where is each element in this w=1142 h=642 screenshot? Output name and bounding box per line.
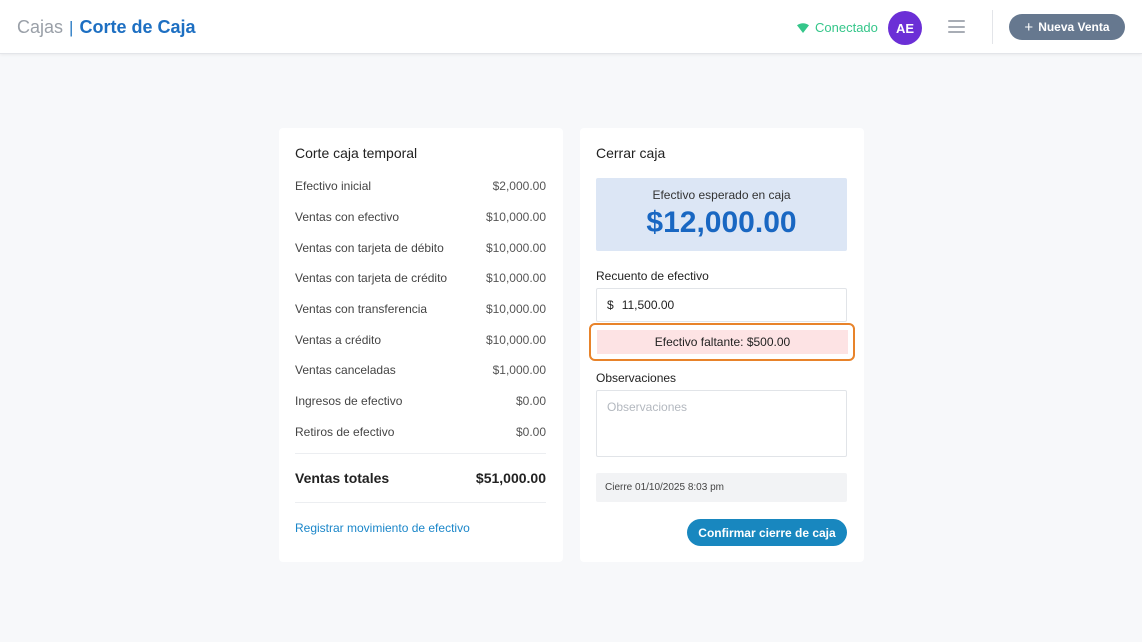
- missing-cash-alert: Efectivo faltante: $500.00: [597, 330, 848, 354]
- closing-timestamp: Cierre 01/10/2025 8:03 pm: [596, 473, 847, 502]
- summary-divider: [295, 453, 546, 454]
- currency-symbol: $: [607, 298, 614, 312]
- summary-row: Ventas con transferencia $10,000.00: [295, 302, 546, 316]
- expected-cash-panel: Efectivo esperado en caja $12,000.00: [596, 178, 847, 251]
- row-label: Ventas con transferencia: [295, 302, 428, 316]
- register-cash-movement-link[interactable]: Registrar movimiento de efectivo: [295, 521, 470, 535]
- summary-row: Retiros de efectivo $0.00: [295, 425, 546, 439]
- header-divider: [992, 10, 993, 44]
- cash-count-label: Recuento de efectivo: [596, 269, 709, 283]
- row-label: Ventas canceladas: [295, 363, 396, 377]
- summary-row: Ingresos de efectivo $0.00: [295, 394, 546, 408]
- row-label: Ingresos de efectivo: [295, 394, 403, 408]
- summary-row: Efectivo inicial $2,000.00: [295, 179, 546, 193]
- breadcrumb-cajas[interactable]: Cajas: [17, 17, 63, 38]
- summary-row: Ventas canceladas $1,000.00: [295, 363, 546, 377]
- row-label: Retiros de efectivo: [295, 425, 395, 439]
- total-label: Ventas totales: [295, 470, 390, 486]
- temp-summary-card: Corte caja temporal Efectivo inicial $2,…: [279, 128, 563, 562]
- cash-count-field[interactable]: $: [596, 288, 847, 322]
- connection-status: Conectado: [797, 20, 878, 35]
- close-register-card: Cerrar caja Efectivo esperado en caja $1…: [580, 128, 864, 562]
- row-label: Ventas con tarjeta de débito: [295, 241, 444, 255]
- row-label: Ventas con tarjeta de crédito: [295, 271, 448, 285]
- new-sale-button[interactable]: + Nueva Venta: [1009, 14, 1125, 40]
- summary-row: Ventas con efectivo $10,000.00: [295, 210, 546, 224]
- breadcrumb-separator: |: [69, 17, 74, 37]
- app-window: Cajas | Corte de Caja Conectado AE + Nue…: [0, 0, 1142, 642]
- expected-cash-amount: $12,000.00: [646, 206, 797, 239]
- row-label: Ventas con efectivo: [295, 210, 400, 224]
- summary-divider: [295, 502, 546, 503]
- status-text: Conectado: [815, 20, 878, 35]
- observations-label: Observaciones: [596, 371, 677, 385]
- row-value: $0.00: [515, 394, 546, 408]
- row-value: $10,000.00: [485, 333, 546, 347]
- summary-row: Ventas con tarjeta de débito $10,000.00: [295, 241, 546, 255]
- page-title: Corte de Caja: [79, 17, 196, 37]
- plus-icon: +: [1024, 18, 1034, 36]
- breadcrumb: Cajas | Corte de Caja: [17, 17, 196, 38]
- missing-cash-highlight: Efectivo faltante: $500.00: [589, 323, 855, 361]
- observations-input[interactable]: [596, 390, 847, 457]
- summary-row: Ventas con tarjeta de crédito $10,000.00: [295, 271, 546, 285]
- expected-cash-label: Efectivo esperado en caja: [652, 188, 791, 202]
- total-value: $51,000.00: [475, 470, 546, 486]
- avatar[interactable]: AE: [888, 11, 922, 45]
- wifi-icon: [797, 22, 809, 33]
- close-title: Cerrar caja: [596, 145, 666, 161]
- row-value: $2,000.00: [492, 179, 546, 193]
- hamburger-menu-icon[interactable]: [948, 20, 965, 33]
- row-label: Efectivo inicial: [295, 179, 372, 193]
- row-label: Ventas a crédito: [295, 333, 382, 347]
- cash-count-input[interactable]: [621, 298, 822, 312]
- row-value: $10,000.00: [485, 271, 546, 285]
- top-bar: Cajas | Corte de Caja Conectado AE + Nue…: [0, 0, 1142, 54]
- summary-title: Corte caja temporal: [295, 145, 418, 161]
- row-value: $10,000.00: [485, 241, 546, 255]
- row-value: $0.00: [515, 425, 546, 439]
- confirm-close-button[interactable]: Confirmar cierre de caja: [687, 519, 847, 546]
- new-sale-label: Nueva Venta: [1038, 20, 1110, 34]
- row-value: $1,000.00: [492, 363, 546, 377]
- summary-row: Ventas a crédito $10,000.00: [295, 333, 546, 347]
- row-value: $10,000.00: [485, 210, 546, 224]
- row-value: $10,000.00: [485, 302, 546, 316]
- total-row: Ventas totales $51,000.00: [295, 470, 546, 486]
